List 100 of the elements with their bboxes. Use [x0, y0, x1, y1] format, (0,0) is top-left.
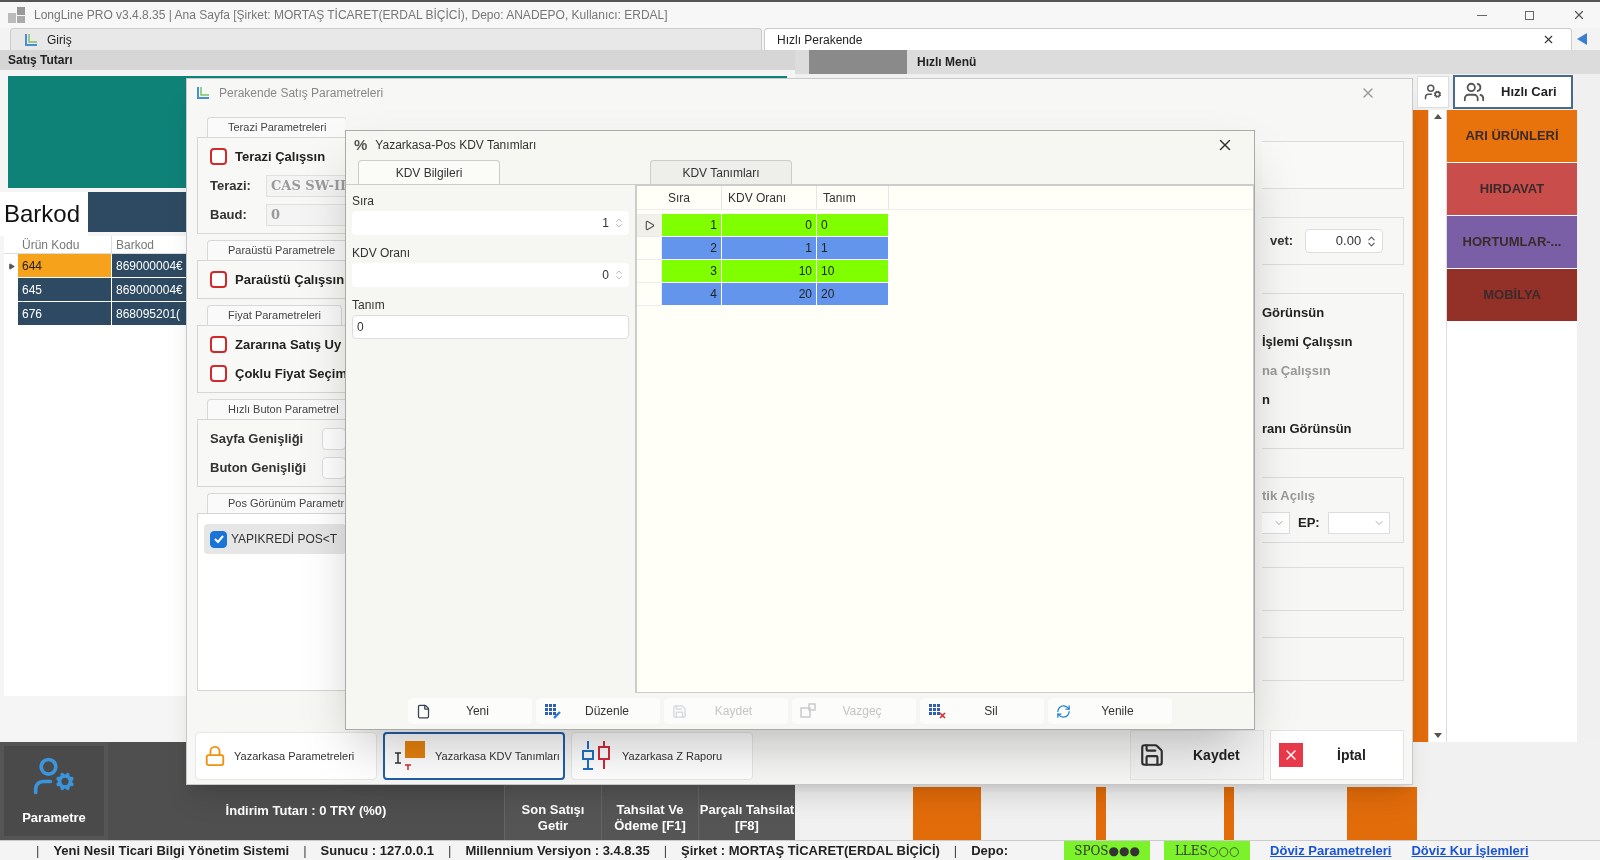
app-logo-icon: [23, 31, 39, 48]
checkmark-icon: [212, 533, 225, 545]
app-logo-icon: [8, 7, 26, 23]
option-label: İşlemi Çalışsın: [1262, 333, 1354, 352]
close-icon[interactable]: [1572, 8, 1586, 22]
footer-tab[interactable]: Yazarkasa KDV Tanımları: [383, 732, 565, 780]
checkbox-label: Çoklu Fiyat Seçim: [235, 364, 346, 383]
table-cell: 1: [662, 214, 722, 237]
status-text: Sunucu : 127.0.0.1: [320, 841, 434, 860]
option-label: tik Açılış: [1262, 487, 1316, 506]
footer-tab[interactable]: Yazarkasa Z Raporu: [571, 732, 753, 780]
table-cell: 20: [817, 283, 889, 306]
panel-header: Hızlı Menü: [917, 54, 977, 71]
group-tab[interactable]: Hızlı Buton Parametrel: [207, 399, 346, 419]
toolbar-button[interactable]: Yenile: [1048, 698, 1172, 724]
group-tab[interactable]: Paraüstü Parametrele: [207, 240, 346, 260]
input-field[interactable]: [322, 427, 346, 450]
quick-customer-button[interactable]: Hızlı Cari: [1453, 75, 1573, 109]
refresh-icon: [1056, 703, 1071, 719]
document-icon: [416, 703, 431, 719]
field-label: Sıra: [352, 193, 375, 210]
menu-tile: [1347, 787, 1417, 840]
checkbox[interactable]: [210, 271, 227, 288]
group-tab[interactable]: Pos Görünüm Parametr: [207, 493, 346, 513]
checkbox[interactable]: [210, 365, 227, 382]
checkbox[interactable]: [210, 336, 227, 353]
link[interactable]: Döviz Parametreleri: [1270, 840, 1392, 860]
panel-header: Satış Tutarı: [0, 50, 795, 70]
table-cell: 676: [18, 302, 112, 326]
table-cell: 10: [722, 260, 817, 283]
grid-edit-icon: [544, 703, 562, 719]
status-indicator: SPOS●●●: [1064, 840, 1151, 860]
save-button[interactable]: Kaydet: [1130, 730, 1264, 780]
row-header[interactable]: [637, 214, 662, 237]
checkbox[interactable]: [210, 148, 227, 165]
checkbox-label: Terazi Çalışsın: [235, 147, 326, 166]
field-label: vet:: [1270, 232, 1294, 251]
window-title: LongLine PRO v3.4.8.35 | Ana Sayfa [Şirket: MORTAŞ TİCARET(ERDAL BİÇİCİ), Depo: ANADEPO, Kullanıcı: ERDAL]: [34, 7, 668, 24]
row-indicator-icon: [7, 262, 15, 270]
spinner-icon: [613, 269, 625, 281]
field-label: Sayfa Genişliği: [210, 429, 305, 448]
group-tab[interactable]: Terazi Parametreleri: [207, 117, 346, 137]
spinner-icon: [613, 217, 625, 229]
checkbox[interactable]: [210, 530, 227, 548]
tab[interactable]: Hızlı Perakende: [764, 28, 1572, 50]
status-text: Millennium Versiyon : 3.4.8.35: [465, 841, 650, 860]
table-cell: 4: [662, 283, 722, 306]
separator: |: [953, 841, 958, 860]
scroll-up-icon[interactable]: [1433, 114, 1442, 119]
table-cell: 2: [662, 237, 722, 260]
toolbar-button[interactable]: Yeni: [408, 698, 532, 724]
toolbar-button[interactable]: Düzenle: [536, 698, 660, 724]
input-field[interactable]: [322, 456, 346, 479]
category-button[interactable]: ARI ÜRÜNLERİ: [1447, 110, 1577, 163]
dialog-title: Yazarkasa-Pos KDV Tanımları: [375, 137, 537, 154]
group-tab[interactable]: Fiyat Parametreleri: [207, 305, 342, 325]
status-text: Yeni Nesil Ticari Bilgi Yönetim Sistemi: [53, 841, 290, 860]
column-header: KDV Oranı: [722, 186, 817, 209]
discount-text: İndirim Tutarı : 0 TRY (%0): [225, 801, 387, 820]
toolbar-button[interactable]: Sil: [920, 698, 1044, 724]
close-icon: [1279, 743, 1303, 767]
option-label: Görünsün: [1262, 304, 1326, 323]
tab[interactable]: KDV Bilgileri: [358, 160, 500, 184]
tab[interactable]: KDV Tanımları: [650, 160, 792, 184]
table-cell: 0: [817, 214, 889, 237]
field-label: Buton Genişliği: [210, 458, 308, 477]
table-cell: 1: [722, 237, 817, 260]
option-label: na Çalışsın: [1262, 362, 1332, 381]
number-field[interactable]: 0.00: [1305, 229, 1384, 253]
number-field[interactable]: 0: [352, 263, 629, 287]
scrollbar[interactable]: [1428, 110, 1447, 742]
lock-icon: [204, 745, 226, 767]
status-text: Şirket : MORTAŞ TİCARET(ERDAL BİÇİCİ): [681, 841, 940, 860]
separator: |: [663, 841, 667, 860]
column-header: Sıra: [662, 186, 722, 209]
option-label: ranı Görünsün: [1262, 420, 1353, 439]
tab[interactable]: Giriş: [10, 28, 762, 50]
checkbox-label: Zararına Satış Uy: [235, 335, 342, 354]
status-text: Depo:: [971, 841, 1009, 860]
minimize-icon[interactable]: [1477, 14, 1487, 16]
user-icon: [1424, 83, 1442, 101]
settings-button[interactable]: Parametre: [4, 746, 104, 836]
save-icon: [672, 703, 687, 719]
number-field[interactable]: 1: [352, 211, 629, 235]
dialog-title: Perakende Satış Parametreleri: [219, 85, 384, 102]
undo-icon: [800, 703, 816, 719]
table-cell: 20: [722, 283, 817, 306]
field-label: Baud:: [210, 205, 248, 224]
checkbox-label: Paraüstü Çalışsın: [235, 270, 345, 289]
cancel-button[interactable]: İptal: [1270, 730, 1404, 780]
link[interactable]: Döviz Kur İşlemleri: [1411, 840, 1529, 860]
table-cell: 3: [662, 260, 722, 283]
user-key-button[interactable]: [1417, 76, 1449, 108]
footer-tab[interactable]: Yazarkasa Parametreleri: [195, 732, 377, 780]
input-field[interactable]: 0: [352, 315, 629, 339]
close-icon[interactable]: [1542, 33, 1555, 46]
scroll-down-icon[interactable]: [1433, 733, 1442, 738]
restore-icon[interactable]: [1525, 10, 1534, 20]
collapse-icon[interactable]: [1575, 32, 1589, 46]
separator: |: [448, 841, 452, 860]
